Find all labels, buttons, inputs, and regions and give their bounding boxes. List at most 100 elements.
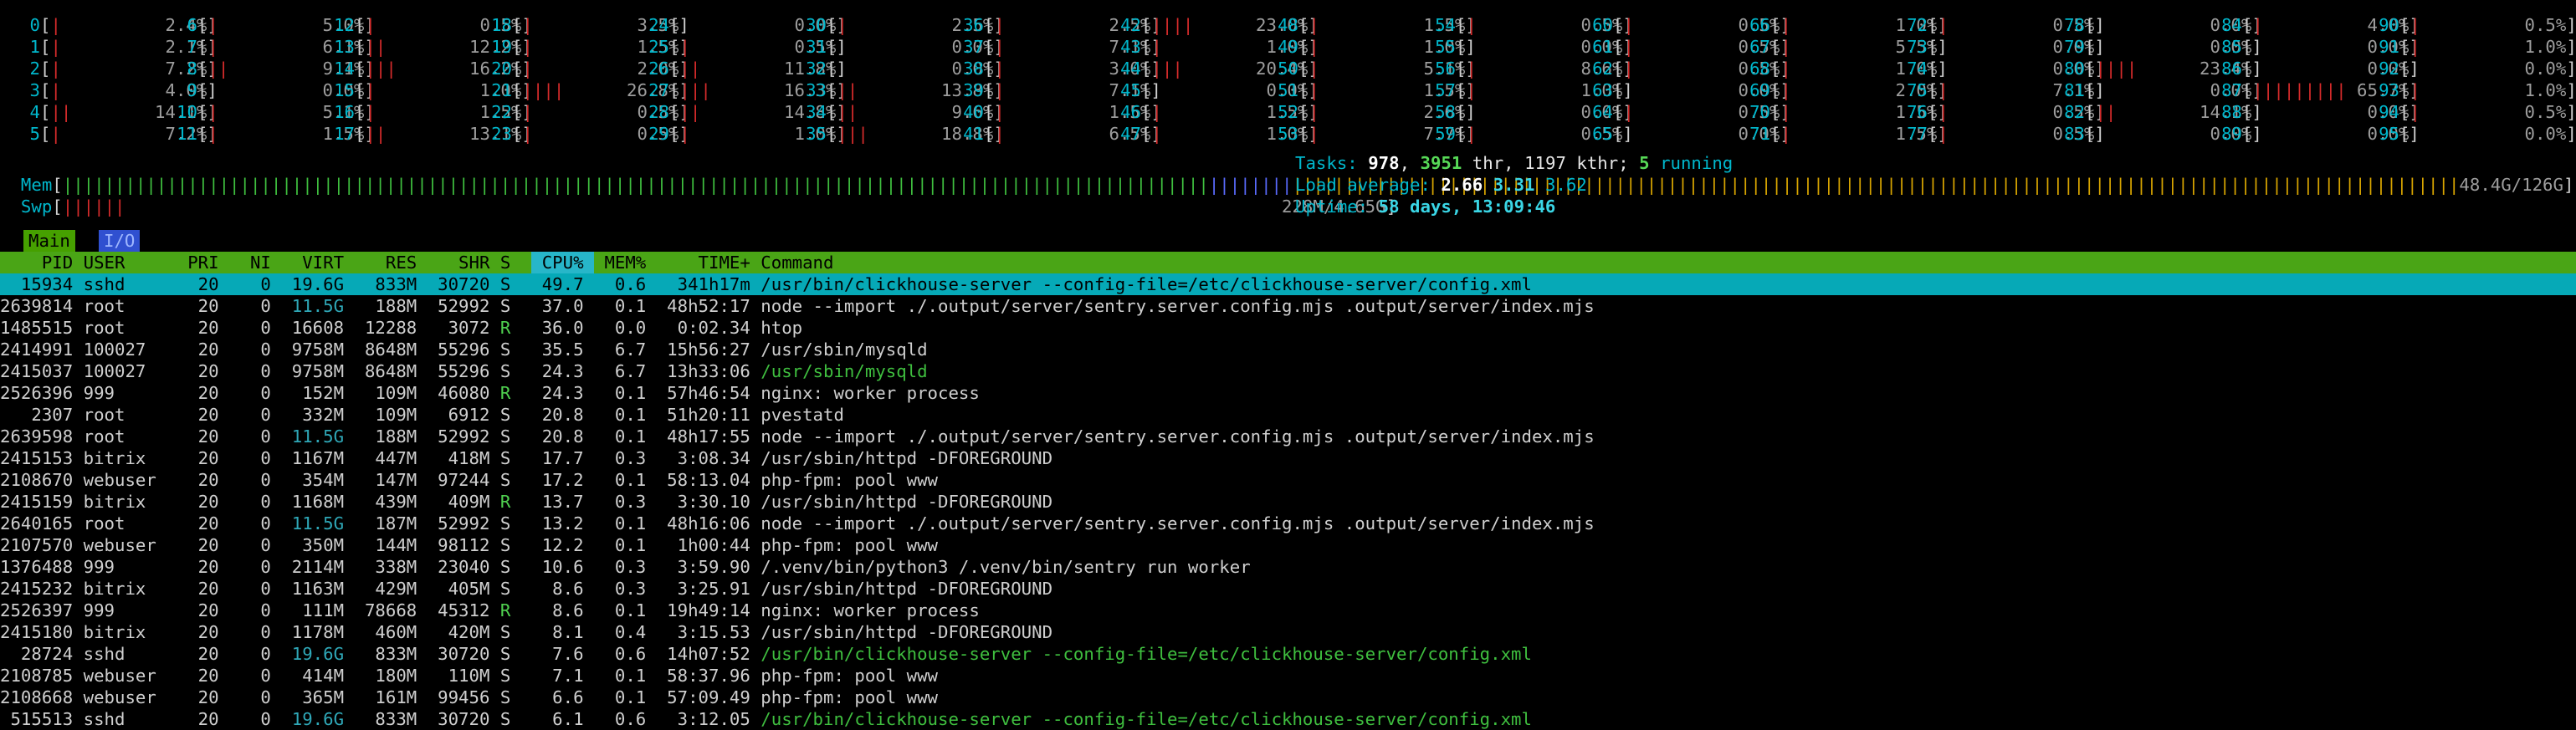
cell-virt: 2114M [281,557,355,577]
cell-ni: 0 [229,361,282,381]
column-header-res[interactable]: RES [355,252,428,273]
cell-command: /usr/bin/clickhouse-server --config-file… [761,274,1532,294]
cpu-index: 67 [1749,37,1770,57]
tasks-label: Tasks: [1295,153,1358,173]
column-header-pid[interactable]: PID [0,252,84,273]
table-row[interactable]: 2640165 root 20 0 11.5G 187M 52992 S 13.… [0,513,2576,534]
cell-mem: 0.3 [593,557,657,577]
table-row[interactable]: 2415153 bitrix 20 0 1167M 447M 418M S 17… [0,447,2576,469]
table-row[interactable]: 515513 sshd 20 0 19.6G 833M 30720 S 6.1 … [0,708,2576,730]
cpu-bar: || [207,59,229,79]
table-row[interactable]: 2639814 root 20 0 11.5G 188M 52992 S 37.… [0,295,2576,317]
table-row[interactable]: 2107570 webuser 20 0 350M 144M 98112 S 1… [0,534,2576,556]
cell-user: webuser [83,687,177,707]
cell-shr: 46080 [427,383,500,403]
cpu-index: 75 [1907,80,1928,100]
table-row[interactable]: 2307 root 20 0 332M 109M 6912 S 20.8 0.1… [0,404,2576,426]
cell-res: 147M [354,470,428,490]
column-header-user[interactable]: USER [84,252,177,273]
kthreads: 1197 kthr; [1524,153,1629,173]
table-row[interactable]: 2526396 999 20 0 152M 109M 46080 R 24.3 … [0,382,2576,404]
cpu-bar: | [1308,80,1319,100]
table-row[interactable]: 2414991 100027 20 0 9758M 8648M 55296 S … [0,339,2576,360]
cpu-index: 83 [2064,124,2085,144]
cell-command: node --import ./.output/server/sentry.se… [761,296,1595,316]
table-row[interactable]: 28724 sshd 20 0 19.6G 833M 30720 S 7.6 0… [0,643,2576,665]
table-row[interactable]: 2526397 999 20 0 111M 78668 45312 R 8.6 … [0,600,2576,621]
cpu-meter-13: 13[|| 12.2%] [323,36,532,58]
column-header-time[interactable]: TIME+ [657,252,761,273]
table-row[interactable]: 2639598 root 20 0 11.5G 188M 52992 S 20.… [0,426,2576,447]
tab-main[interactable]: Main [23,230,75,252]
table-row[interactable]: 2415159 bitrix 20 0 1168M 439M 409M R 13… [0,491,2576,513]
load-average: Load average: 2.66 3.31 3.62 [1295,174,1587,196]
cpu-bar: | [1780,102,1791,122]
cpu-index: 72 [1907,15,1928,35]
cpu-meter-87: 87[||||||||| 65.7%] [2210,79,2420,101]
cpu-index: 3 [29,80,40,100]
cell-user: 999 [83,383,177,403]
swap-meter: Swp[|||||| 228M/4.65G] [20,197,1397,217]
table-row[interactable]: 2108785 webuser 20 0 414M 180M 110M S 7.… [0,665,2576,687]
cpu-index: 91 [2379,37,2399,57]
cpu-meter-83: 83[ 0.0%] [2053,123,2262,145]
cpu-meter-42: 42[|||| 23.0%] [1109,14,1319,36]
table-row[interactable]: 2108670 webuser 20 0 354M 147M 97244 S 1… [0,469,2576,491]
cpu-bar: | [1938,124,1949,144]
table-row[interactable]: 1376488 999 20 0 2114M 338M 23040 S 10.6… [0,556,2576,578]
table-row[interactable]: 2108668 webuser 20 0 365M 161M 99456 S 6… [0,687,2576,708]
cell-pid: 2526396 [0,383,84,403]
cpu-meter-45: 45[ 0.0%] [1109,79,1319,101]
cpu-bar: || [365,124,387,144]
cell-time: 48h52:17 [656,296,761,316]
table-row[interactable]: 2415180 bitrix 20 0 1178M 460M 420M S 8.… [0,621,2576,643]
cpu-index: 4 [29,102,40,122]
cell-pri: 20 [177,622,230,642]
cell-shr: 110M [427,666,500,686]
cpu-meter-10: 10[| 5.1%] [166,101,375,123]
cpu-bar: || [365,37,387,57]
cpu-bar: | [1780,15,1791,35]
column-header-mem[interactable]: MEM% [594,252,657,273]
cpu-index: 14 [334,59,355,79]
cell-mem: 0.3 [593,448,657,468]
column-header-pri[interactable]: PRI [177,252,229,273]
cell-virt: 19.6G [281,709,355,729]
cpu-meter-4: 4[|| 14.1%] [8,101,218,123]
cell-ni: 0 [229,318,282,338]
table-row[interactable]: 1485515 root 20 0 16608 12288 3072 R 36.… [0,317,2576,339]
cpu-bar: | [994,102,1005,122]
cell-mem: 0.1 [593,296,657,316]
cpu-meter-79: 79[ 0.0%] [2053,36,2262,58]
tab-io[interactable]: I/O [99,230,141,252]
cell-time: 57:09.49 [656,687,761,707]
cell-virt: 365M [281,687,355,707]
cell-time: 19h49:14 [656,600,761,620]
cpu-bar: | [1466,124,1477,144]
cpu-index: 73 [1907,37,1928,57]
cell-user: 999 [83,557,177,577]
cpu-index: 41 [963,124,984,144]
cpu-bar: | [994,59,1005,79]
column-header-virt[interactable]: VIRT [281,252,354,273]
table-row[interactable]: 2415232 bitrix 20 0 1163M 429M 405M S 8.… [0,578,2576,600]
process-table-header[interactable]: PID USER PRI NI VIRT RES SHR S CPU% MEM%… [0,252,2576,273]
cpu-index: 20 [491,59,512,79]
cell-mem: 6.7 [593,361,657,381]
cpu-index: 1 [29,37,40,57]
cell-time: 51h20:11 [656,405,761,425]
table-row[interactable]: 15934 sshd 20 0 19.6G 833M 30720 S 49.7 … [0,273,2576,295]
column-header-cpu[interactable]: CPU% [531,252,594,273]
column-header-s[interactable]: S [500,252,531,273]
column-header-shr[interactable]: SHR [428,252,500,273]
table-row[interactable]: 2415037 100027 20 0 9758M 8648M 55296 S … [0,360,2576,382]
cell-command: htop [761,318,803,338]
cell-cpu: 13.7 [531,492,594,512]
cpu-bar: | [207,102,218,122]
cpu-meter-71: 71[| 1.5%] [1739,123,1948,145]
cpu-meter-82: 82[|| 14.1%] [2053,101,2262,123]
cpu-index: 27 [648,80,669,100]
column-header-ni[interactable]: NI [229,252,281,273]
cpu-index: 11 [177,124,197,144]
column-header-command[interactable]: Command [761,252,833,273]
